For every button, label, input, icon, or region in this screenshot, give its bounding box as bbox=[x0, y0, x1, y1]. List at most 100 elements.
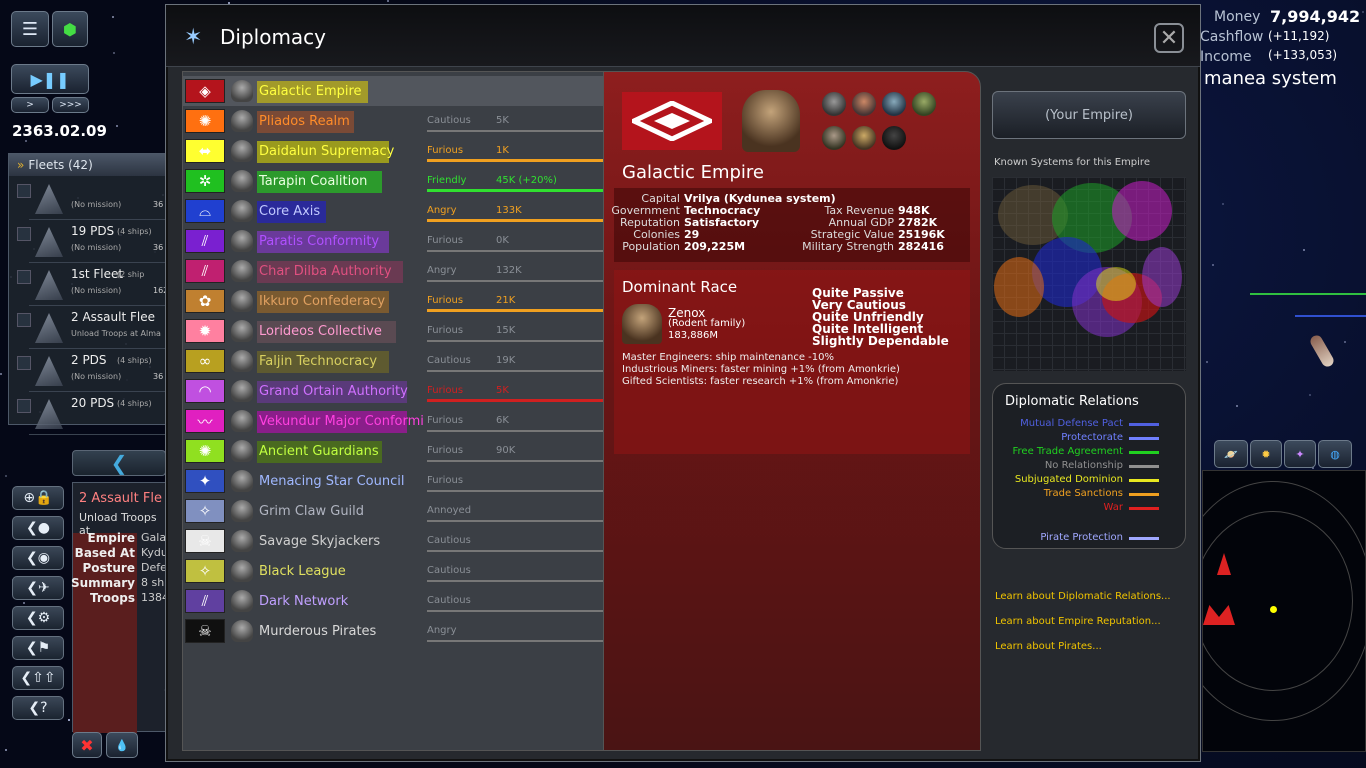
empire-row-name: Ancient Guardians bbox=[257, 441, 382, 464]
minimap-tab-nebula[interactable]: ✦ bbox=[1284, 440, 1316, 468]
empire-row[interactable]: ✧ Black League Cautious bbox=[183, 556, 603, 586]
question-icon: ❮? bbox=[28, 700, 48, 716]
fleet-list-item[interactable]: 1st Fleet (2 ship (No mission) 162 bbox=[29, 264, 169, 306]
fleet-side-icon[interactable] bbox=[17, 356, 31, 370]
fleet-list-item[interactable]: 2 PDS (4 ships) (No mission) 36 bbox=[29, 350, 169, 392]
view-button[interactable]: ❮◉ bbox=[12, 546, 64, 570]
empire-flag-icon: ✹ bbox=[185, 319, 225, 343]
character-portrait[interactable] bbox=[882, 126, 906, 150]
character-portrait[interactable] bbox=[822, 126, 846, 150]
close-button[interactable]: ✕ bbox=[1154, 23, 1184, 53]
relations-title: Diplomatic Relations bbox=[1005, 394, 1139, 409]
character-portrait[interactable] bbox=[882, 92, 906, 116]
help-button[interactable]: ⬢ bbox=[52, 11, 88, 47]
empire-row-name: Dark Network bbox=[259, 592, 348, 614]
fleet-list-item[interactable]: 19 PDS (4 ships) (No mission) 36 bbox=[29, 221, 169, 263]
empire-row[interactable]: ☠ Savage Skyjackers Cautious bbox=[183, 526, 603, 556]
menu-button[interactable]: ☰ bbox=[11, 11, 49, 47]
relation-status: Angry bbox=[427, 265, 457, 276]
relation-bar-fill bbox=[427, 399, 603, 402]
play-pause-button[interactable]: ▶❚❚ bbox=[11, 64, 89, 94]
empire-leader-avatar bbox=[231, 590, 253, 612]
fleet-list-item[interactable]: (No mission) 36 bbox=[29, 178, 169, 220]
minimap-tab-planet[interactable]: 🪐 bbox=[1214, 440, 1248, 468]
empire-row[interactable]: ⬌ Daidalun Supremacy Furious 1K bbox=[183, 136, 603, 166]
empire-row[interactable]: ☠ Murderous Pirates Angry bbox=[183, 616, 603, 646]
fleet-list-item[interactable]: 2 Assault Flee Unload Troops at Alma bbox=[29, 307, 169, 349]
settings-button[interactable]: ❮⚙ bbox=[12, 606, 64, 630]
character-portrait[interactable] bbox=[852, 126, 876, 150]
empire-row[interactable]: ✺ Pliados Realm Cautious 5K bbox=[183, 106, 603, 136]
empire-row-name-text: Ancient Guardians bbox=[259, 444, 379, 459]
empire-row[interactable]: ✧ Grim Claw Guild Annoyed bbox=[183, 496, 603, 526]
fleet-list-item[interactable]: 20 PDS (4 ships) bbox=[29, 393, 169, 435]
ships-button[interactable]: ❮✈ bbox=[12, 576, 64, 600]
character-portrait[interactable] bbox=[822, 92, 846, 116]
close-icon: ✕ bbox=[1159, 25, 1179, 51]
relation-status: Furious bbox=[427, 415, 464, 426]
relation-status: Furious bbox=[427, 235, 464, 246]
learn-link[interactable]: Learn about Empire Reputation... bbox=[995, 616, 1161, 627]
help-query-button[interactable]: ❮? bbox=[12, 696, 64, 720]
character-portrait[interactable] bbox=[852, 92, 876, 116]
drop-button[interactable]: 💧 bbox=[106, 732, 138, 758]
window-titlebar: ✶ Diplomacy ✕ bbox=[166, 5, 1200, 67]
empire-row[interactable]: ✺ Ancient Guardians Furious 90K bbox=[183, 436, 603, 466]
selected-fleet-value: Galac bbox=[141, 531, 167, 544]
minimap-tab-star[interactable]: ✹ bbox=[1250, 440, 1282, 468]
fleets-header[interactable]: » Fleets (42) bbox=[9, 154, 165, 176]
race-bonus: Gifted Scientists: faster research +1% (… bbox=[622, 376, 899, 387]
fleet-side-icon[interactable] bbox=[17, 184, 31, 198]
territory-blob bbox=[994, 257, 1044, 317]
speed-fast-label: >>> bbox=[59, 100, 82, 110]
relation-value: 133K bbox=[496, 205, 522, 216]
minimap-tab-galaxy[interactable]: ◍ bbox=[1318, 440, 1352, 468]
game-date: 2363.02.09 bbox=[12, 122, 107, 140]
fleet-side-icon[interactable] bbox=[17, 399, 31, 413]
empire-flag-icon: ✦ bbox=[185, 469, 225, 493]
empire-row[interactable]: ✲ Tarapin Coalition Friendly 45K (+20%) bbox=[183, 166, 603, 196]
legend-label: Free Trade Agreement bbox=[1012, 446, 1124, 457]
empire-row-name: Tarapin Coalition bbox=[257, 171, 382, 194]
relation-status: Cautious bbox=[427, 115, 471, 126]
empire-row[interactable]: ◠ Grand Ortain Authority Furious 5K bbox=[183, 376, 603, 406]
planet-button[interactable]: ❮● bbox=[12, 516, 64, 540]
system-minimap[interactable] bbox=[1202, 470, 1366, 752]
empire-row[interactable]: ✦ Menacing Star Council Furious bbox=[183, 466, 603, 496]
close-red-button[interactable]: ✖ bbox=[72, 732, 102, 758]
speed-normal-button[interactable]: > bbox=[11, 97, 49, 113]
flag-button[interactable]: ❮⚑ bbox=[12, 636, 64, 660]
fleet-side-icon[interactable] bbox=[17, 313, 31, 327]
star bbox=[1235, 404, 1238, 407]
selected-fleet-value: 8 sh bbox=[141, 576, 165, 589]
star bbox=[111, 16, 114, 19]
fleet-target-button[interactable]: ⊕🔒 bbox=[12, 486, 64, 510]
fleet-formation-button[interactable]: ❮⇧⇧ bbox=[12, 666, 64, 690]
learn-link[interactable]: Learn about Pirates... bbox=[995, 641, 1102, 652]
flag-icon: ❮⚑ bbox=[25, 640, 51, 656]
empire-row[interactable]: 〰 Vekundur Major Conformi Furious 6K bbox=[183, 406, 603, 436]
speed-fast-button[interactable]: >>> bbox=[52, 97, 89, 113]
empire-row[interactable]: ✿ Ikkuro Confederacy Furious 21K bbox=[183, 286, 603, 316]
fleet-side-icon[interactable] bbox=[17, 227, 31, 241]
character-portrait[interactable] bbox=[912, 92, 936, 116]
empire-row-name: Menacing Star Council bbox=[259, 472, 404, 494]
empire-row[interactable]: ✹ Lorideos Collective Furious 15K bbox=[183, 316, 603, 346]
empire-leader-avatar bbox=[231, 260, 253, 282]
empire-row[interactable]: ⫽ Dark Network Cautious bbox=[183, 586, 603, 616]
empire-row[interactable]: ⫽ Paratis Conformity Furious 0K bbox=[183, 226, 603, 256]
known-systems-map[interactable] bbox=[992, 177, 1186, 371]
fleet-ship-icon bbox=[35, 184, 63, 214]
empire-row[interactable]: ∞ Faljin Technocracy Cautious 19K bbox=[183, 346, 603, 376]
selected-fleet-value: Kydu bbox=[141, 546, 167, 559]
empire-row[interactable]: ◈ Galactic Empire bbox=[183, 76, 603, 106]
star bbox=[5, 749, 8, 752]
collapse-panel-button[interactable]: ❮ bbox=[72, 450, 166, 476]
empire-row[interactable]: ⫽ Char Dilba Authority Angry 132K bbox=[183, 256, 603, 286]
your-empire-button[interactable]: (Your Empire) bbox=[992, 91, 1186, 139]
fleet-side-icon[interactable] bbox=[17, 270, 31, 284]
selected-fleet-panel: 2 Assault Fle Unload Troops at Empire Gal… bbox=[71, 482, 167, 733]
learn-link[interactable]: Learn about Diplomatic Relations... bbox=[995, 591, 1171, 602]
empire-row[interactable]: ⌓ Core Axis Angry 133K bbox=[183, 196, 603, 226]
empire-flag-icon: ☠ bbox=[185, 619, 225, 643]
